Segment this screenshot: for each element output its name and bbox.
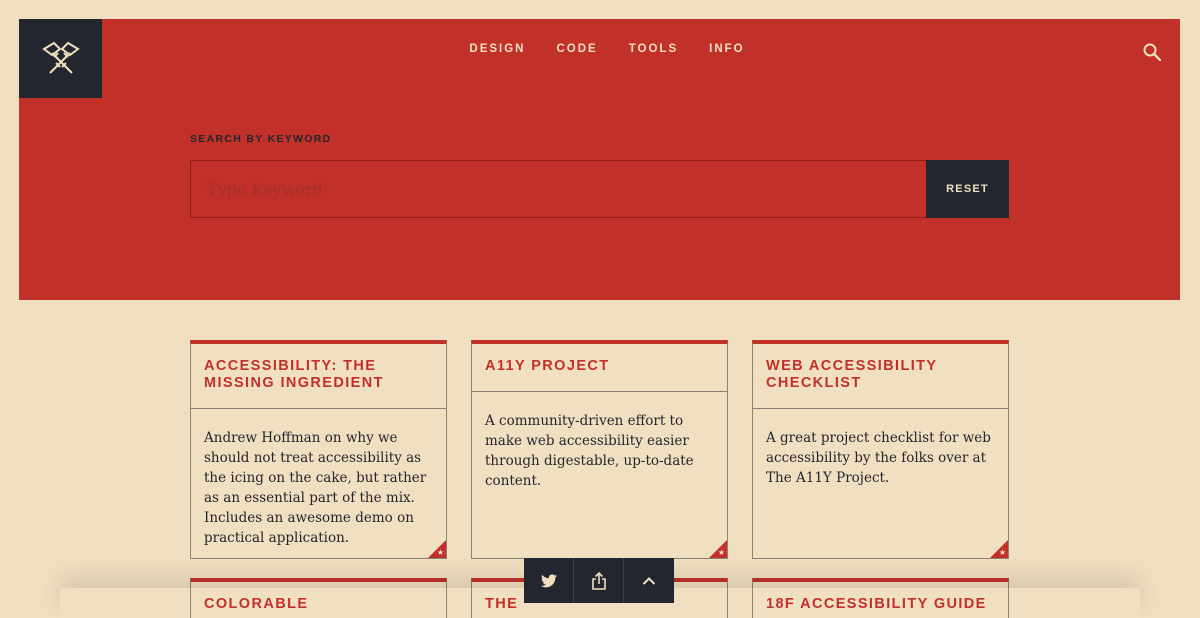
search-input[interactable] xyxy=(190,160,926,218)
star-icon: ★ xyxy=(436,548,444,557)
card-title[interactable]: COLORABLE xyxy=(191,582,446,613)
card-description: A community-driven effort to make web ac… xyxy=(485,413,694,489)
nav-code[interactable]: CODE xyxy=(556,43,597,55)
hero-header: DESIGN CODE TOOLS INFO SEARCH BY KEYWORD… xyxy=(19,19,1180,300)
share-button[interactable] xyxy=(574,558,624,603)
chevron-up-icon xyxy=(642,576,656,585)
nav-info[interactable]: INFO xyxy=(709,43,744,55)
twitter-icon xyxy=(540,573,557,587)
card-title[interactable]: WEB ACCESSIBILITY CHECKLIST xyxy=(753,344,1008,409)
reset-button[interactable]: RESET xyxy=(926,160,1009,218)
site-logo[interactable] xyxy=(19,19,102,98)
star-icon: ★ xyxy=(717,548,725,557)
card-title[interactable]: 18F ACCESSIBILITY GUIDE xyxy=(753,582,1008,613)
resource-card[interactable]: COLORABLE xyxy=(190,578,447,618)
resource-card[interactable]: 18F ACCESSIBILITY GUIDE xyxy=(752,578,1009,618)
card-description: A great project checklist for web access… xyxy=(766,430,991,486)
card-title[interactable]: ACCESSIBILITY: THE MISSING INGREDIENT xyxy=(191,344,446,409)
resource-card[interactable]: ACCESSIBILITY: THE MISSING INGREDIENT An… xyxy=(190,340,447,559)
nav-tools[interactable]: TOOLS xyxy=(629,43,678,55)
star-icon: ★ xyxy=(998,548,1006,557)
nav-design[interactable]: DESIGN xyxy=(469,43,525,55)
resource-card[interactable]: A11Y PROJECT A community-driven effort t… xyxy=(471,340,728,559)
card-description: Andrew Hoffman on why we should not trea… xyxy=(204,430,427,546)
back-to-top-button[interactable] xyxy=(624,558,674,603)
search-label: SEARCH BY KEYWORD xyxy=(190,133,332,145)
twitter-button[interactable] xyxy=(524,558,574,603)
resource-card[interactable]: WEB ACCESSIBILITY CHECKLIST A great proj… xyxy=(752,340,1009,559)
search-button[interactable] xyxy=(1142,42,1162,62)
main-nav: DESIGN CODE TOOLS INFO xyxy=(19,43,1180,55)
card-title[interactable]: A11Y PROJECT xyxy=(472,344,727,392)
search-icon xyxy=(1143,43,1161,61)
share-bar xyxy=(524,558,674,603)
share-icon xyxy=(591,571,606,590)
